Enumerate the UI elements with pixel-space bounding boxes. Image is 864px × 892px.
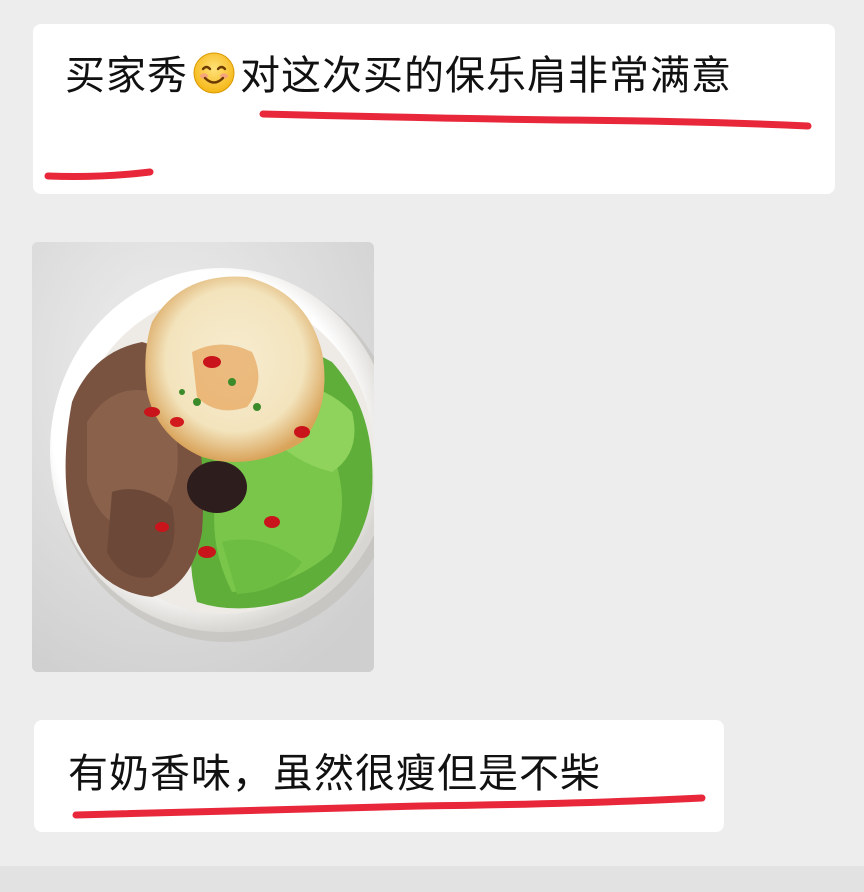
food-bowl-photo[interactable] — [32, 242, 374, 672]
bottom-divider — [0, 866, 864, 892]
chat-window: 买家秀 对这次买的保乐肩非常满意 有奶香味，虽然很瘦但是不柴 — [0, 0, 864, 892]
message-bubble-3[interactable]: 有奶香味，虽然很瘦但是不柴 — [34, 720, 724, 832]
food-bowl-image — [32, 242, 374, 672]
smiling-face-emoji-icon — [193, 52, 235, 94]
message-text-3: 有奶香味，虽然很瘦但是不柴 — [68, 751, 601, 797]
message-text-1-suffix: 对这次买的保乐肩非常满意 — [240, 53, 732, 99]
message-text-1-prefix: 买家秀 — [65, 53, 188, 99]
message-bubble-1[interactable]: 买家秀 对这次买的保乐肩非常满意 — [33, 24, 835, 194]
message-text-1: 买家秀 对这次买的保乐肩非常满意 — [65, 46, 813, 106]
